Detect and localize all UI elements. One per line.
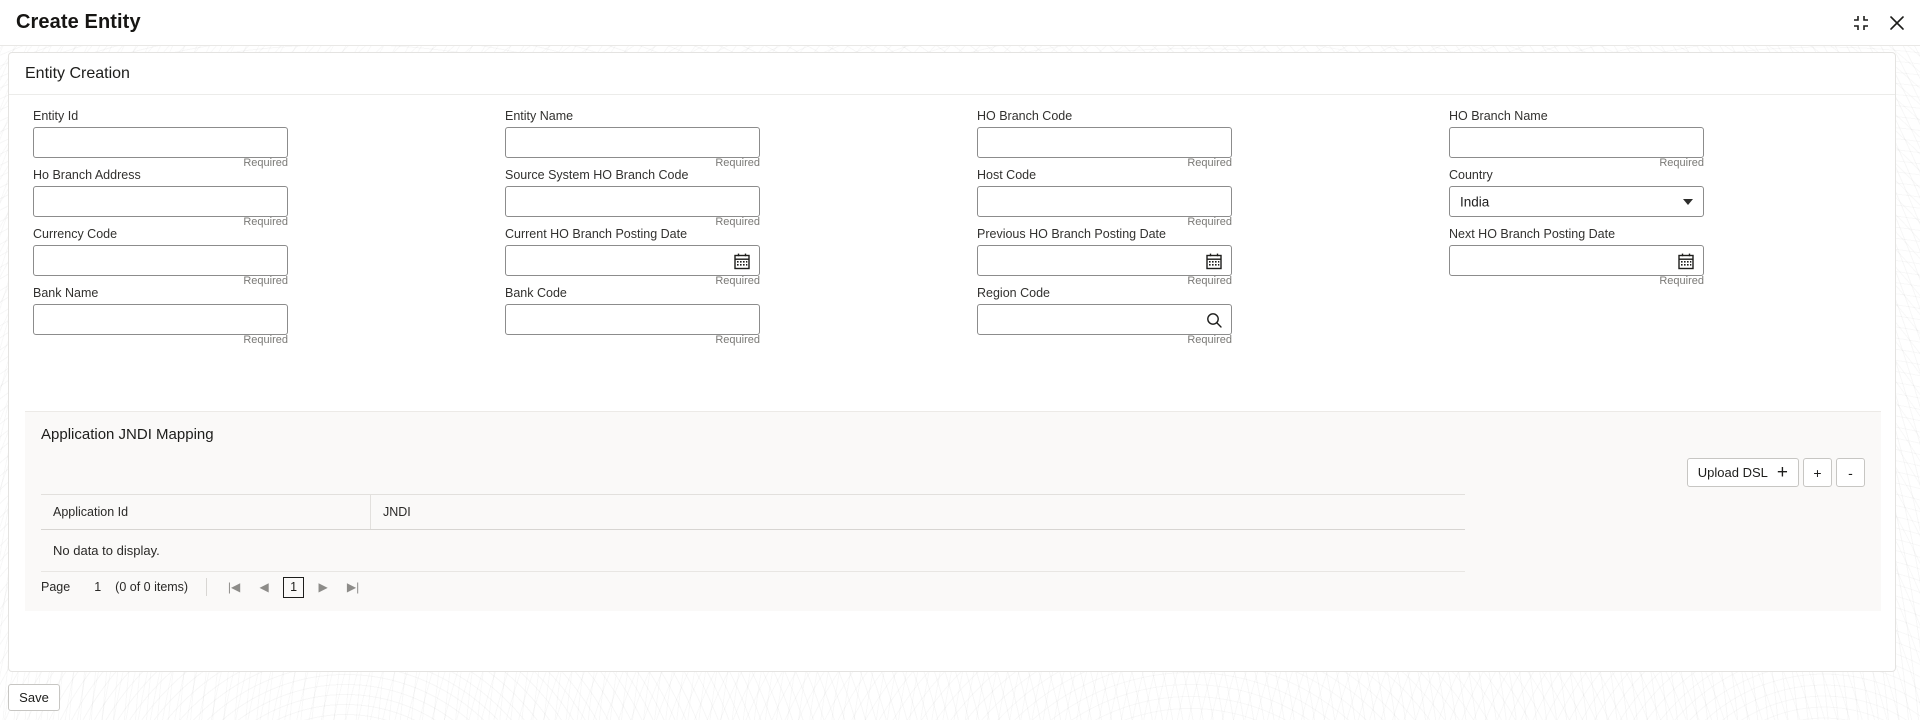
ho-branch-name-input[interactable] <box>1449 127 1704 158</box>
currency-code-input[interactable] <box>33 245 288 276</box>
pagination-last-icon[interactable]: ▶| <box>342 576 364 598</box>
field-required-hint: Required <box>715 334 760 346</box>
jndi-table: Application Id JNDI No data to display. <box>41 494 1465 572</box>
field-source-system-ho-branch-code: Source System HO Branch Code Required <box>481 168 953 228</box>
entity-form-grid: Entity Id Required Entity Name Required … <box>9 95 1897 346</box>
field-bank-code: Bank Code Required <box>481 286 953 346</box>
field-spacer <box>1425 286 1897 345</box>
collapse-corners-icon[interactable] <box>1852 14 1870 32</box>
field-label: Country <box>1449 168 1493 182</box>
field-ho-branch-code: HO Branch Code Required <box>953 109 1425 169</box>
field-label: HO Branch Name <box>1449 109 1548 123</box>
previous-ho-branch-posting-date-input[interactable] <box>977 245 1232 276</box>
field-label: Host Code <box>977 168 1037 182</box>
plus-icon: + <box>1776 462 1788 483</box>
field-region-code: Region Code Required <box>953 286 1425 346</box>
page-title: Create Entity <box>16 11 141 33</box>
field-label: Previous HO Branch Posting Date <box>977 227 1166 241</box>
field-country: Country India <box>1425 168 1897 227</box>
table-header-row: Application Id JNDI <box>41 494 1465 530</box>
entity-id-input[interactable] <box>33 127 288 158</box>
pagination-page-number: 1 <box>94 580 102 594</box>
entity-name-input[interactable] <box>505 127 760 158</box>
next-ho-branch-posting-date-input[interactable] <box>1449 245 1704 276</box>
table-empty-message: No data to display. <box>41 530 1465 572</box>
field-label: Bank Name <box>33 286 99 300</box>
bank-name-input[interactable] <box>33 304 288 335</box>
add-row-button[interactable]: + <box>1803 458 1832 487</box>
field-label: Next HO Branch Posting Date <box>1449 227 1616 241</box>
window-footer: Save <box>0 684 1920 720</box>
table-pagination: Page 1 (0 of 0 items) |◀ ◀ 1 ▶ ▶| <box>41 574 372 600</box>
field-entity-id: Entity Id Required <box>9 109 481 169</box>
field-required-hint: Required <box>243 334 288 346</box>
field-label: HO Branch Code <box>977 109 1073 123</box>
jndi-toolbar: Upload DSL + + - <box>1686 458 1865 487</box>
field-entity-name: Entity Name Required <box>481 109 953 169</box>
field-label: Ho Branch Address <box>33 168 141 182</box>
field-currency-code: Currency Code Required <box>9 227 481 287</box>
column-header-jndi[interactable]: JNDI <box>371 495 1465 529</box>
pagination-page-label: Page <box>41 580 71 594</box>
create-entity-window: Create Entity Entity Creation Entity Id … <box>0 0 1920 720</box>
field-label: Region Code <box>977 286 1050 300</box>
region-code-input[interactable] <box>977 304 1232 335</box>
upload-dsl-label: Upload DSL <box>1697 465 1768 480</box>
field-required-hint: Required <box>1187 334 1232 346</box>
ho-branch-address-input[interactable] <box>33 186 288 217</box>
calendar-icon[interactable] <box>1677 252 1695 270</box>
search-icon[interactable] <box>1205 311 1223 329</box>
current-ho-branch-posting-date-input[interactable] <box>505 245 760 276</box>
pagination-prev-icon[interactable]: ◀ <box>253 576 275 598</box>
pagination-next-icon[interactable]: ▶ <box>312 576 334 598</box>
calendar-icon[interactable] <box>733 252 751 270</box>
field-label: Currency Code <box>33 227 118 241</box>
ho-branch-code-input[interactable] <box>977 127 1232 158</box>
column-header-application-id[interactable]: Application Id <box>41 495 371 529</box>
field-next-ho-branch-posting-date: Next HO Branch Posting Date Required <box>1425 227 1897 287</box>
calendar-icon[interactable] <box>1205 252 1223 270</box>
section-title: Entity Creation <box>9 53 1895 95</box>
bank-code-input[interactable] <box>505 304 760 335</box>
remove-row-button[interactable]: - <box>1836 458 1865 487</box>
field-label: Entity Name <box>505 109 574 123</box>
field-label: Source System HO Branch Code <box>505 168 689 182</box>
close-x-icon[interactable] <box>1888 14 1906 32</box>
pagination-first-icon[interactable]: |◀ <box>223 576 245 598</box>
application-jndi-mapping-panel: Application JNDI Mapping Upload DSL + + … <box>25 411 1881 611</box>
jndi-panel-title: Application JNDI Mapping <box>41 426 214 443</box>
field-bank-name: Bank Name Required <box>9 286 481 346</box>
save-button[interactable]: Save <box>8 684 60 711</box>
field-current-ho-branch-posting-date: Current HO Branch Posting Date Required <box>481 227 953 287</box>
pagination-current-page[interactable]: 1 <box>283 576 305 598</box>
upload-dsl-button[interactable]: Upload DSL + <box>1686 458 1799 487</box>
field-ho-branch-address: Ho Branch Address Required <box>9 168 481 228</box>
country-select[interactable]: India <box>1449 186 1704 217</box>
pagination-divider <box>206 578 208 596</box>
field-label: Current HO Branch Posting Date <box>505 227 688 241</box>
field-label: Bank Code <box>505 286 567 300</box>
host-code-input[interactable] <box>977 186 1232 217</box>
window-controls <box>1852 0 1906 46</box>
chevron-down-icon[interactable] <box>1683 198 1693 205</box>
field-host-code: Host Code Required <box>953 168 1425 228</box>
source-system-ho-branch-code-input[interactable] <box>505 186 760 217</box>
window-titlebar: Create Entity <box>0 0 1920 46</box>
field-ho-branch-name: HO Branch Name Required <box>1425 109 1897 169</box>
field-label: Entity Id <box>33 109 79 123</box>
country-selected-value: India <box>1460 194 1490 209</box>
entity-creation-card: Entity Creation Entity Id Required Entit… <box>8 52 1896 672</box>
pagination-items-count: (0 of 0 items) <box>115 580 189 594</box>
field-previous-ho-branch-posting-date: Previous HO Branch Posting Date Required <box>953 227 1425 287</box>
